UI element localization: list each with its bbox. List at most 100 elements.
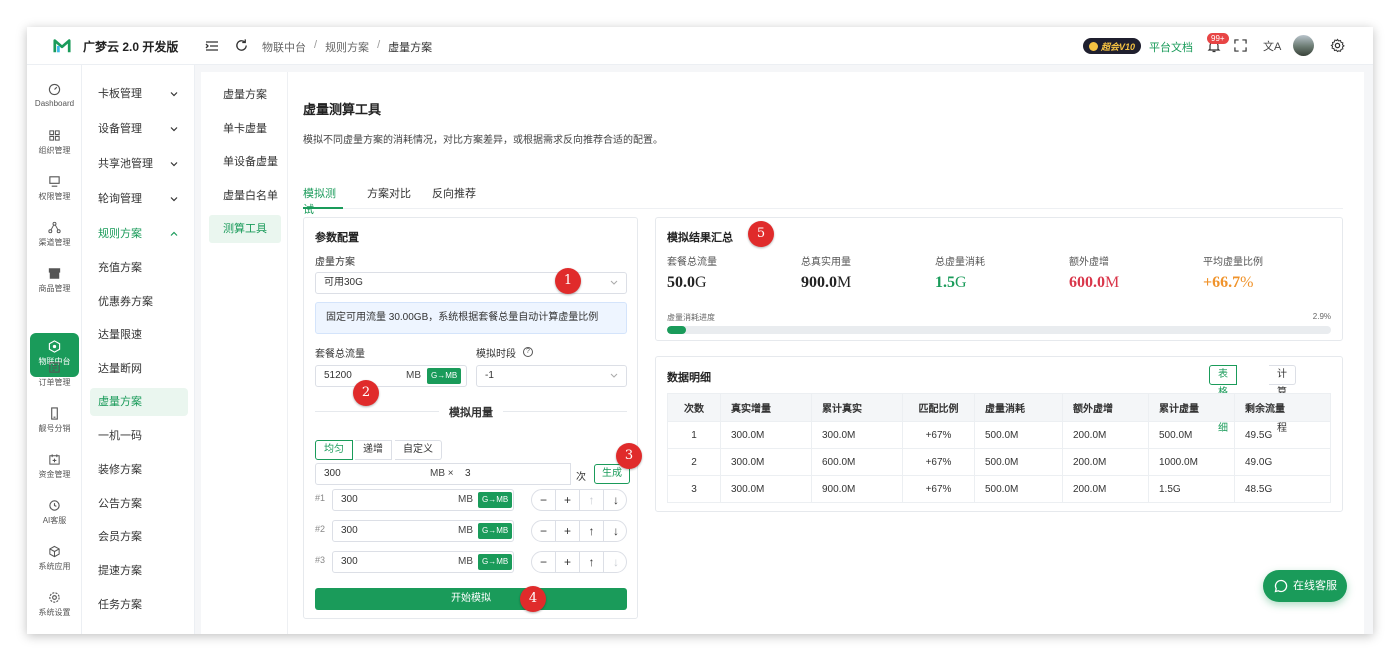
online-service-button[interactable]: 在线客服 <box>1263 570 1347 602</box>
chevron-down-icon <box>170 162 178 167</box>
gear-icon <box>49 592 60 603</box>
submenu-item-recharge[interactable]: 充值方案 <box>90 254 188 282</box>
g-to-mb-button[interactable]: G→MB <box>478 554 513 570</box>
add-row-button[interactable]: + <box>556 490 580 510</box>
table-cell: 3 <box>667 475 721 503</box>
detail-table: 次数 真实增量 累计真实 匹配比例 虚量消耗 额外虚增 累计虚量 剩余流量 1 … <box>667 393 1331 503</box>
plan-info: 固定可用流量 30.00GB，系统根据套餐总量自动计算虚量比例 <box>315 302 627 334</box>
move-up-button[interactable]: ↑ <box>580 552 604 572</box>
submenu-item-coupon[interactable]: 优惠券方案 <box>90 288 188 316</box>
inner-nav-single-device[interactable]: 单设备虚量 <box>209 148 281 176</box>
rail-item-finance[interactable]: 资金管理 <box>27 453 82 480</box>
table-cell: 500.0M <box>974 448 1063 476</box>
view-table-button[interactable]: 表格明细 <box>1209 365 1237 434</box>
submenu-item-notice[interactable]: 公告方案 <box>90 490 188 518</box>
total-flow-input[interactable]: 51200 MB G→MB <box>315 365 467 387</box>
gen-count-input[interactable]: 3 <box>457 463 571 485</box>
usage-input[interactable]: 300 MB G→MB <box>332 520 514 542</box>
submenu-item-speed-limit[interactable]: 达量限速 <box>90 321 188 349</box>
avatar[interactable] <box>1293 35 1314 56</box>
inner-nav-virtual-plan[interactable]: 虚量方案 <box>209 81 281 109</box>
tab-compare[interactable]: 方案对比 <box>367 185 411 209</box>
remove-row-button[interactable]: − <box>532 552 556 572</box>
submenu-item-member[interactable]: 会员方案 <box>90 523 188 551</box>
rail-item-order[interactable]: 订单管理 <box>27 361 82 388</box>
add-row-button[interactable]: + <box>556 521 580 541</box>
rail-item-number[interactable]: 靓号分销 <box>27 407 82 434</box>
submenu-item-shared-pool[interactable]: 共享池管理 <box>90 150 188 178</box>
platform-docs-link[interactable]: 平台文档 <box>1149 39 1193 55</box>
usage-input[interactable]: 300 MB G→MB <box>332 489 514 511</box>
breadcrumb-item[interactable]: 规则方案 <box>325 39 369 55</box>
submenu-item-polling[interactable]: 轮询管理 <box>90 185 188 213</box>
g-to-mb-button[interactable]: G→MB <box>478 523 513 539</box>
row-controls: − + ↑ ↓ <box>531 520 627 542</box>
usage-input[interactable]: 300 MB G→MB <box>332 551 514 573</box>
rail-item-apps[interactable]: 系统应用 <box>27 545 82 572</box>
period-select[interactable]: -1 <box>476 365 627 387</box>
tab-simulate[interactable]: 模拟测试 <box>303 185 343 216</box>
submenu-item-rules[interactable]: 规则方案 <box>90 220 188 248</box>
submenu-item-device[interactable]: 设备管理 <box>90 115 188 143</box>
g-to-mb-button[interactable]: G→MB <box>427 368 462 384</box>
rail-item-dashboard[interactable]: Dashboard <box>27 83 82 108</box>
app-logo[interactable]: 广梦云 2.0 开发版 <box>53 37 178 55</box>
inner-nav-single-card[interactable]: 单卡虚量 <box>209 115 281 143</box>
rail-item-channel[interactable]: 渠道管理 <box>27 221 82 248</box>
rail-item-org[interactable]: 组织管理 <box>27 129 82 156</box>
refresh-icon[interactable] <box>234 38 249 53</box>
rail-item-ai-service[interactable]: AI客服 <box>27 499 82 526</box>
mode-increase-button[interactable]: 递增 <box>355 440 392 460</box>
submenu-item-task[interactable]: 任务方案 <box>90 591 188 619</box>
usage-value: 300 <box>341 556 358 567</box>
move-down-button[interactable]: ↓ <box>604 490 628 510</box>
usage-value: 300 <box>341 525 358 536</box>
move-up-button[interactable]: ↑ <box>580 490 604 510</box>
menu-fold-icon[interactable] <box>205 39 219 53</box>
mode-uniform-button[interactable]: 均匀 <box>315 440 353 460</box>
submenu-item-one-code[interactable]: 一机一码 <box>90 422 188 450</box>
fullscreen-icon[interactable] <box>1234 39 1247 52</box>
store-icon <box>48 268 61 279</box>
add-row-button[interactable]: + <box>556 552 580 572</box>
help-icon[interactable]: ? <box>523 347 533 357</box>
vip-badge[interactable]: 超会V10 <box>1083 38 1142 54</box>
column-header: 次数 <box>667 393 721 422</box>
rail-item-permission[interactable]: 权限管理 <box>27 175 82 202</box>
remove-row-button[interactable]: − <box>532 490 556 510</box>
submenu-item-card-board[interactable]: 卡板管理 <box>90 80 188 108</box>
chevron-up-icon <box>170 231 178 236</box>
tab-reverse[interactable]: 反向推荐 <box>432 185 476 209</box>
inner-nav-calc-tool[interactable]: 测算工具 <box>209 215 281 243</box>
chevron-down-icon <box>170 197 178 202</box>
rail-item-product[interactable]: 商品管理 <box>27 267 82 294</box>
submenu-item-virtual-plan[interactable]: 虚量方案 <box>90 388 188 416</box>
submenu-item-speedup[interactable]: 提速方案 <box>90 557 188 585</box>
rail-item-settings[interactable]: 系统设置 <box>27 591 82 618</box>
mode-custom-button[interactable]: 自定义 <box>395 440 442 460</box>
view-process-button[interactable]: 计算过程 <box>1269 365 1296 434</box>
table-cell: 200.0M <box>1062 475 1149 503</box>
param-title: 参数配置 <box>315 232 359 244</box>
submenu-item-decoration[interactable]: 装修方案 <box>90 456 188 484</box>
move-down-button[interactable]: ↓ <box>604 521 628 541</box>
move-up-button[interactable]: ↑ <box>580 521 604 541</box>
cube-icon <box>49 545 60 558</box>
settings-icon[interactable] <box>1330 38 1345 53</box>
annotation-marker: 3 <box>616 443 642 469</box>
stat-extra: 额外虚增 600.0M <box>1069 253 1203 292</box>
submenu-item-cutoff[interactable]: 达量断网 <box>90 355 188 383</box>
column-header: 剩余流量 <box>1234 393 1331 422</box>
rail-item-label: 渠道管理 <box>38 238 71 247</box>
start-simulation-button[interactable]: 开始模拟 <box>315 588 627 610</box>
inner-nav-whitelist[interactable]: 虚量白名单 <box>209 182 281 210</box>
move-down-button[interactable]: ↓ <box>604 552 628 572</box>
g-to-mb-button[interactable]: G→MB <box>478 492 513 508</box>
tab-bar: 模拟测试 方案对比 反向推荐 <box>303 185 1343 216</box>
breadcrumb-item[interactable]: 物联中台 <box>262 39 306 55</box>
top-bar: 广梦云 2.0 开发版 物联中台 / 规则方案 / 虚量方案 超会V10 平台文… <box>27 27 1373 65</box>
language-switch[interactable]: 文A <box>1263 38 1281 54</box>
total-flow-label: 套餐总流量 <box>315 349 365 360</box>
gen-value-input[interactable]: 300 MB × <box>315 463 461 485</box>
remove-row-button[interactable]: − <box>532 521 556 541</box>
